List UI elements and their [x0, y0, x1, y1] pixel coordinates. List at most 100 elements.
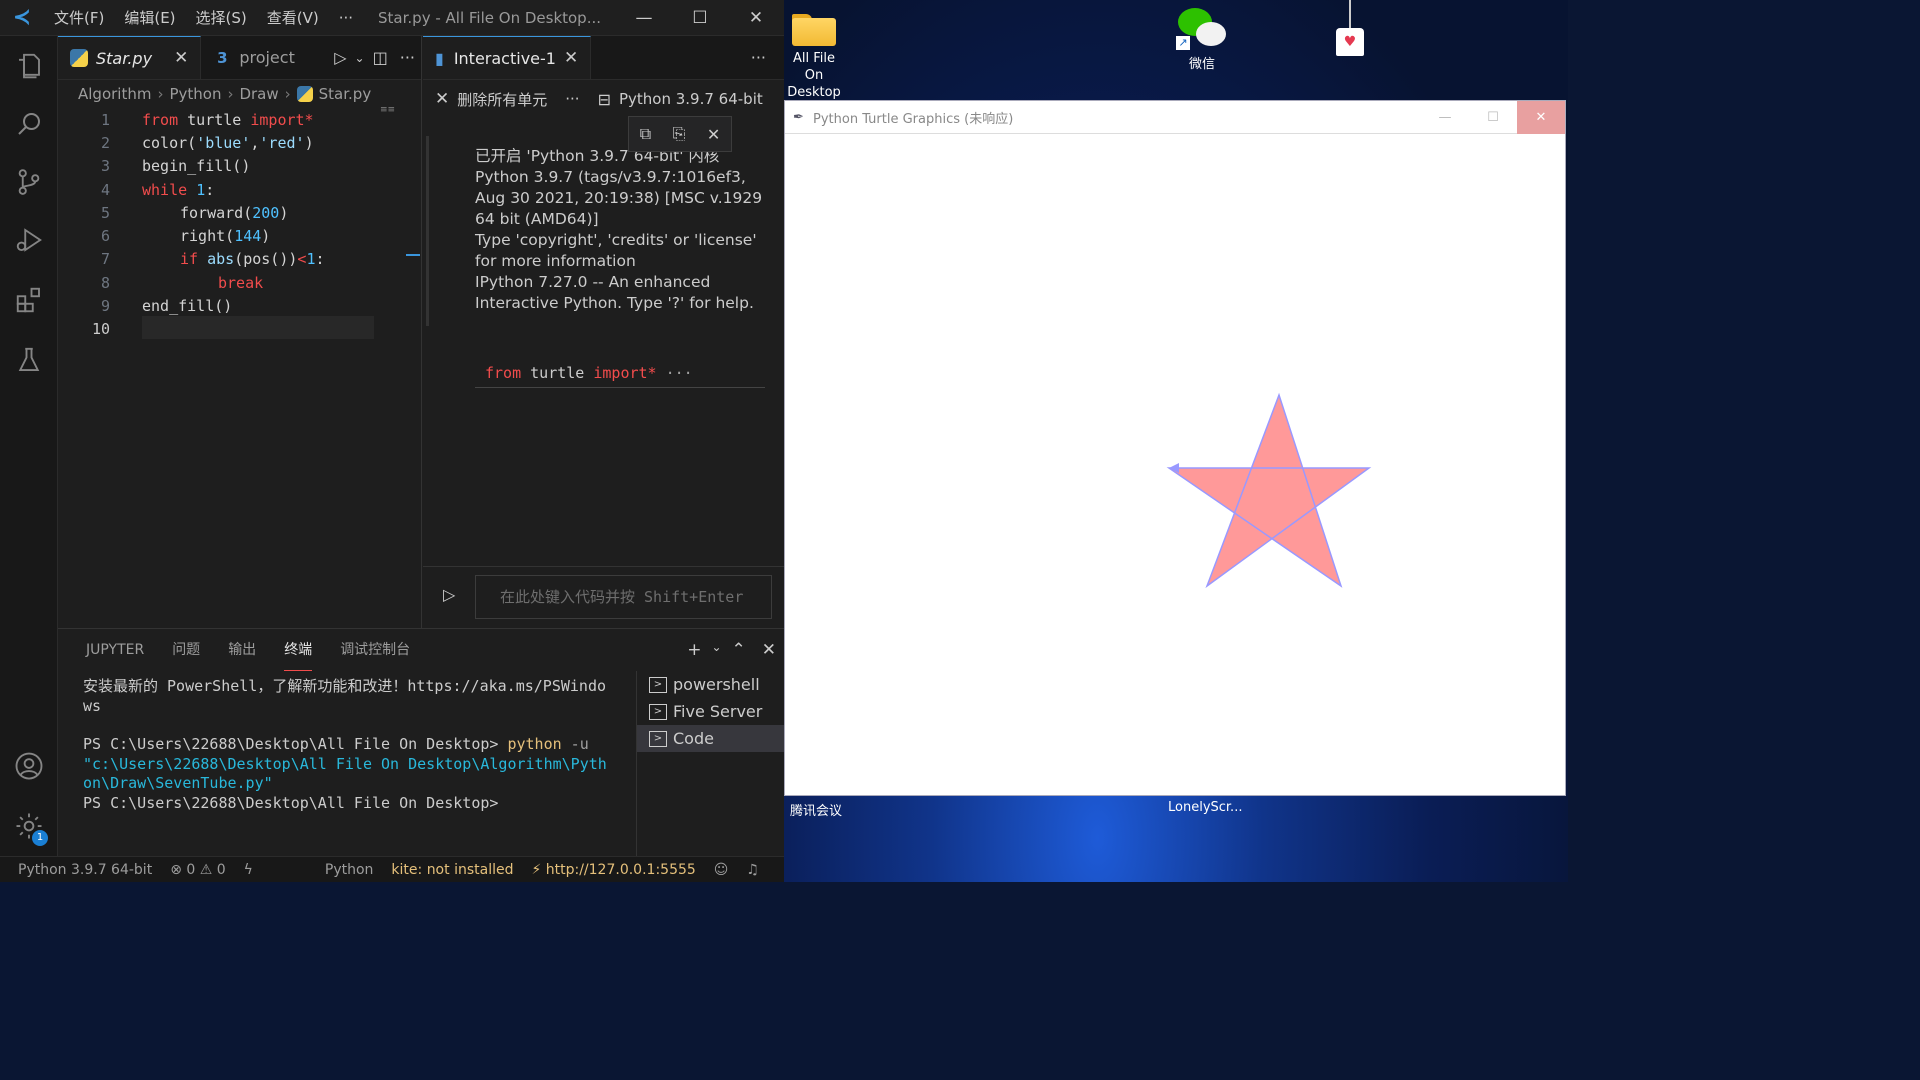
panel-actions: + ⌄ ⌃ ✕ — [679, 640, 784, 660]
run-debug-icon[interactable] — [0, 216, 58, 264]
more-actions-icon[interactable]: ··· — [394, 48, 421, 67]
breadcrumb-item[interactable]: Python — [169, 85, 221, 103]
lightning-icon[interactable]: ϟ — [235, 862, 262, 878]
status-bar: Python 3.9.7 64-bit ⊗ 0 ⚠ 0 ϟ Python kit… — [0, 856, 784, 882]
terminal-output[interactable]: 安装最新的 PowerShell，了解新功能和改进！https://aka.ms… — [83, 677, 613, 814]
run-file-icon[interactable]: ▷ — [328, 48, 352, 67]
cell-floating-toolbar: ⧉ ⎘ ✕ — [628, 116, 732, 152]
close-panel-icon[interactable]: ✕ — [754, 640, 784, 660]
menu-edit[interactable]: 编辑(E) — [114, 7, 185, 28]
code-token: ) — [261, 227, 271, 246]
kite-status[interactable]: kite: not installed — [382, 862, 522, 878]
cell-gutter — [426, 136, 429, 326]
tab-close-icon[interactable]: ✕ — [564, 48, 578, 68]
code-token: from — [485, 364, 522, 382]
code-line: 1 from turtle import* — [58, 108, 422, 131]
run-dropdown-chevron-icon[interactable]: ⌄ — [353, 51, 367, 65]
desktop-lonelyscreen-label[interactable]: LonelyScr... — [1168, 800, 1242, 815]
code-input-field[interactable]: 在此处键入代码并按 Shift+Enter — [475, 575, 772, 619]
tshirt-icon[interactable]: ♥ — [1336, 28, 1364, 56]
feather-icon: ✒ — [793, 109, 804, 125]
live-server-status[interactable]: ⚡ http://127.0.0.1:5555 — [522, 862, 704, 878]
tab-output[interactable]: 输出 — [228, 629, 256, 671]
tab-star-py[interactable]: Star.py ✕ — [58, 36, 202, 79]
code-token: from — [142, 110, 179, 129]
new-terminal-icon[interactable]: + — [679, 640, 709, 660]
toolbar-more-icon[interactable]: ··· — [565, 90, 579, 108]
terminal-item-five-server[interactable]: > Five Server — [637, 698, 784, 725]
turtle-close-button[interactable]: ✕ — [1517, 100, 1565, 134]
titlebar: ≺ 文件(F) 编辑(E) 选择(S) 查看(V) ··· Star.py - … — [0, 0, 784, 36]
notifications-bell-icon[interactable]: ♫ — [737, 862, 768, 878]
terminal-icon: > — [649, 730, 667, 747]
split-editor-icon[interactable]: ◫ — [367, 48, 394, 67]
menu-view[interactable]: 查看(V) — [257, 7, 329, 28]
turtle-window: ✒ Python Turtle Graphics (未响应) — ☐ ✕ — [784, 100, 1566, 796]
line-number: 9 — [100, 297, 110, 316]
copy-icon[interactable]: ⧉ — [640, 124, 651, 144]
tab-project[interactable]: 3 project — [201, 36, 299, 79]
vscode-logo-icon: ≺ — [12, 5, 32, 30]
code-token: import* — [250, 110, 314, 129]
code-token: 'red' — [259, 133, 305, 152]
tab-label: project — [239, 48, 295, 67]
minimap[interactable]: ≡≡ — [380, 106, 400, 122]
code-cell[interactable]: from turtle import* ··· — [475, 358, 765, 388]
feedback-icon[interactable]: ☺ — [705, 862, 738, 878]
python-interpreter-status[interactable]: Python 3.9.7 64-bit — [0, 862, 161, 878]
breadcrumb-item[interactable]: Star.py — [319, 85, 372, 103]
menu-selection[interactable]: 选择(S) — [186, 7, 257, 28]
desktop-folder-all-file[interactable]: All File On Desktop — [784, 12, 844, 101]
tab-jupyter[interactable]: JUPYTER — [86, 629, 144, 671]
delete-cell-icon[interactable]: ✕ — [707, 125, 720, 144]
source-control-icon[interactable] — [0, 158, 58, 206]
testing-flask-icon[interactable] — [0, 336, 58, 384]
tab-debug-console[interactable]: 调试控制台 — [340, 629, 410, 671]
maximize-button[interactable]: ☐ — [672, 8, 728, 28]
line-number: 7 — [100, 250, 110, 269]
terminal-item-powershell[interactable]: > powershell — [637, 671, 784, 698]
python-file-icon — [70, 49, 88, 67]
kernel-selector[interactable]: Python 3.9.7 64-bit — [619, 90, 763, 108]
turtle-window-title: Python Turtle Graphics (未响应) — [813, 111, 1014, 127]
panel-tabs: JUPYTER 问题 输出 终端 调试控制台 + ⌄ ⌃ ✕ — [58, 629, 784, 671]
code-token: abs — [207, 250, 235, 269]
terminal-dropdown-chevron-icon[interactable]: ⌄ — [709, 640, 723, 660]
turtle-maximize-button[interactable]: ☐ — [1469, 101, 1517, 134]
settings-gear-icon[interactable]: 1 — [0, 802, 58, 850]
goto-code-icon[interactable]: ⎘ — [673, 124, 686, 144]
menu-file[interactable]: 文件(F) — [44, 7, 114, 28]
explorer-icon[interactable] — [0, 42, 58, 90]
menu-more[interactable]: ··· — [329, 9, 363, 27]
code-editor[interactable]: 1 from turtle import* 2 color('blue','red'… — [58, 108, 422, 341]
tab-close-icon[interactable]: ✕ — [174, 48, 188, 68]
tab-terminal[interactable]: 终端 — [284, 629, 313, 671]
maximize-panel-icon[interactable]: ⌃ — [724, 640, 754, 660]
extensions-icon[interactable] — [0, 276, 58, 324]
line-number: 8 — [100, 273, 110, 292]
breadcrumb-item[interactable]: Algorithm — [78, 85, 151, 103]
output-line: Type 'copyright', 'credits' or 'license'… — [475, 231, 757, 270]
line-number: 6 — [100, 227, 110, 246]
run-cell-icon[interactable]: ▷ — [443, 585, 455, 604]
breadcrumb-item[interactable]: Draw — [239, 85, 278, 103]
clear-all-icon[interactable]: ✕ — [435, 89, 449, 109]
terminal-item-code[interactable]: > Code — [637, 725, 784, 752]
close-button[interactable]: ✕ — [728, 8, 784, 28]
tab-problems[interactable]: 问题 — [172, 629, 200, 671]
search-icon[interactable] — [0, 100, 58, 148]
more-actions-icon[interactable]: ··· — [745, 48, 784, 67]
editor-actions: ▷ ⌄ ◫ ··· — [328, 36, 421, 79]
tab-interactive-1[interactable]: ▮ Interactive-1 ✕ — [423, 36, 592, 79]
minimize-button[interactable]: — — [616, 8, 672, 28]
desktop-wechat[interactable]: ↗ 微信 — [1174, 8, 1230, 73]
clear-all-button[interactable]: 删除所有单元 — [457, 89, 547, 110]
problems-status[interactable]: ⊗ 0 ⚠ 0 — [161, 862, 234, 878]
code-line: 4 while 1: — [58, 178, 422, 201]
account-icon[interactable] — [0, 742, 58, 790]
language-mode-status[interactable]: Python — [316, 862, 383, 878]
output-line: Python 3.9.7 (tags/v3.9.7:1016ef3, Aug 3… — [475, 168, 763, 228]
desktop-tencent-meeting-label[interactable]: 腾讯会议 — [790, 800, 842, 819]
turtle-minimize-button[interactable]: — — [1421, 101, 1469, 134]
